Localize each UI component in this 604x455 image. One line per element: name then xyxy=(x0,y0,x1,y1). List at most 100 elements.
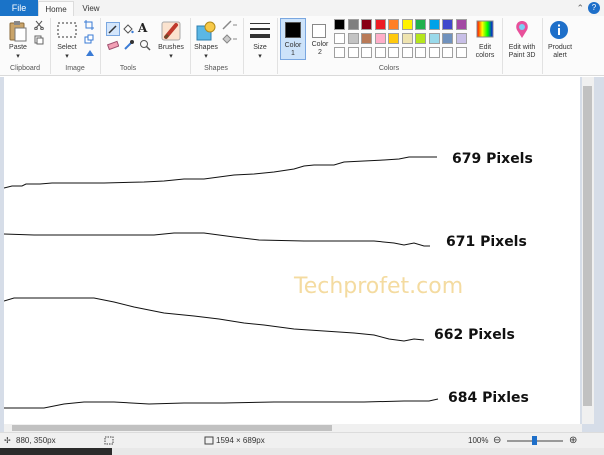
drawing-canvas[interactable]: 679 Pixels 671 Pixels 662 Pixels 684 Pix… xyxy=(4,77,580,424)
color-swatch[interactable] xyxy=(442,19,453,30)
tab-file[interactable]: File xyxy=(0,0,38,16)
label-679-pixels: 679 Pixels xyxy=(452,151,533,167)
magnifier-icon[interactable] xyxy=(139,39,151,54)
shapes-icon[interactable] xyxy=(195,20,217,45)
product-alert-line2[interactable]: alert xyxy=(543,52,577,60)
color-swatch[interactable] xyxy=(361,19,372,30)
paste-button[interactable]: Paste xyxy=(4,44,32,52)
color-swatch[interactable] xyxy=(388,47,399,58)
color-swatch[interactable] xyxy=(401,33,413,44)
color-swatch[interactable] xyxy=(388,33,399,44)
edit-colors-icon[interactable] xyxy=(476,20,494,41)
paint3d-icon[interactable] xyxy=(513,20,531,43)
color-swatch[interactable] xyxy=(415,19,426,30)
select-button[interactable]: Select xyxy=(52,44,82,52)
color-swatch[interactable] xyxy=(388,19,399,30)
fill-icon[interactable] xyxy=(122,23,134,38)
size-dropdown-icon[interactable]: ▾ xyxy=(245,53,275,61)
color-swatch[interactable] xyxy=(374,47,386,58)
color1-label-line1: Color xyxy=(284,42,302,49)
horizontal-scrollbar[interactable] xyxy=(4,424,582,432)
drawn-lines xyxy=(4,156,439,409)
help-icon[interactable]: ? xyxy=(588,2,600,14)
zoom-slider-thumb[interactable] xyxy=(532,436,537,445)
text-icon[interactable]: A xyxy=(138,21,147,35)
resize-icon[interactable] xyxy=(84,34,94,47)
color-swatch[interactable] xyxy=(347,33,359,44)
product-alert-icon[interactable] xyxy=(549,20,569,43)
tab-home[interactable]: Home xyxy=(38,1,74,16)
color-swatch[interactable] xyxy=(455,47,467,58)
cut-icon[interactable] xyxy=(34,20,44,33)
colors-group-label: Colors xyxy=(378,65,400,72)
shapes-dropdown-icon[interactable]: ▾ xyxy=(190,53,222,61)
clipboard-group-label: Clipboard xyxy=(10,65,40,72)
color-swatch[interactable] xyxy=(442,33,453,44)
color-swatch[interactable] xyxy=(401,19,413,30)
edit-colors-line2[interactable]: colors xyxy=(470,52,500,60)
product-alert-line1[interactable]: Product xyxy=(543,44,577,52)
image-size-icon xyxy=(204,436,214,448)
rotate-icon[interactable] xyxy=(84,48,96,61)
color-swatch[interactable] xyxy=(374,19,386,30)
color2-label-line1: Color xyxy=(311,41,329,48)
paint3d-line2[interactable]: Paint 3D xyxy=(504,52,540,60)
eraser-icon[interactable] xyxy=(106,40,120,53)
color-swatch[interactable] xyxy=(361,47,372,58)
color-swatch[interactable] xyxy=(361,33,372,44)
color-swatch[interactable] xyxy=(334,47,345,58)
tab-view[interactable]: View xyxy=(76,1,106,16)
color-swatch[interactable] xyxy=(334,33,345,44)
ribbon-tabs: File Home View ⌃ ? xyxy=(0,0,604,16)
edit-colors-line1[interactable]: Edit xyxy=(470,44,500,52)
image-group-label: Image xyxy=(65,65,85,72)
color-swatch[interactable] xyxy=(455,19,467,30)
color-swatch[interactable] xyxy=(455,33,467,44)
line-671 xyxy=(4,232,430,247)
outline-icon[interactable] xyxy=(222,20,238,33)
color-swatch[interactable] xyxy=(428,19,440,30)
brushes-icon[interactable] xyxy=(160,20,182,45)
select-dropdown-icon[interactable]: ▾ xyxy=(52,53,82,61)
color-swatch[interactable] xyxy=(401,47,413,58)
vertical-scrollbar[interactable] xyxy=(582,77,594,424)
shape-fill-icon[interactable] xyxy=(222,34,238,47)
zoom-in-icon[interactable]: ⊕ xyxy=(569,436,577,446)
pencil-icon[interactable] xyxy=(106,22,120,36)
paint3d-line1[interactable]: Edit with xyxy=(504,44,540,52)
ribbon: Paste ▾ Clipboard Select ▾ Image A Tools xyxy=(0,16,604,76)
brushes-dropdown-icon[interactable]: ▾ xyxy=(155,53,187,61)
size-icon[interactable] xyxy=(250,20,270,43)
select-icon[interactable] xyxy=(57,22,77,41)
image-size: 1594 × 689px xyxy=(216,436,265,445)
collapse-ribbon-icon[interactable]: ⌃ xyxy=(576,2,584,14)
size-button[interactable]: Size xyxy=(245,44,275,52)
color-swatch[interactable] xyxy=(347,19,359,30)
color1-label-line2: 1 xyxy=(291,50,295,57)
color-swatch[interactable] xyxy=(428,47,440,58)
color-swatch[interactable] xyxy=(334,19,345,30)
color-picker-icon[interactable] xyxy=(123,39,135,54)
separator xyxy=(100,18,101,74)
color2-button[interactable]: Color 2 xyxy=(308,18,332,60)
paste-dropdown-icon[interactable]: ▾ xyxy=(4,53,32,61)
color-swatch[interactable] xyxy=(415,47,426,58)
color2-label-line2: 2 xyxy=(318,49,322,56)
color-swatch[interactable] xyxy=(428,33,440,44)
shapes-button[interactable]: Shapes xyxy=(190,44,222,52)
paste-icon[interactable] xyxy=(8,20,28,42)
color-swatch[interactable] xyxy=(347,47,359,58)
color-palette xyxy=(334,19,474,61)
color-swatch[interactable] xyxy=(374,33,386,44)
copy-icon[interactable] xyxy=(34,35,44,48)
color-swatch[interactable] xyxy=(442,47,453,58)
color1-button[interactable]: Color 1 xyxy=(280,18,306,60)
label-662-pixels: 662 Pixels xyxy=(434,327,515,343)
brushes-button[interactable]: Brushes xyxy=(155,44,187,52)
color-swatch[interactable] xyxy=(415,33,426,44)
status-bar: ✢ 880, 350px 1594 × 689px 100% ⊖ ⊕ xyxy=(0,432,604,448)
crop-icon[interactable] xyxy=(84,20,94,33)
zoom-out-icon[interactable]: ⊖ xyxy=(493,436,501,446)
vertical-scroll-thumb[interactable] xyxy=(583,86,592,406)
horizontal-scroll-thumb[interactable] xyxy=(12,425,332,431)
